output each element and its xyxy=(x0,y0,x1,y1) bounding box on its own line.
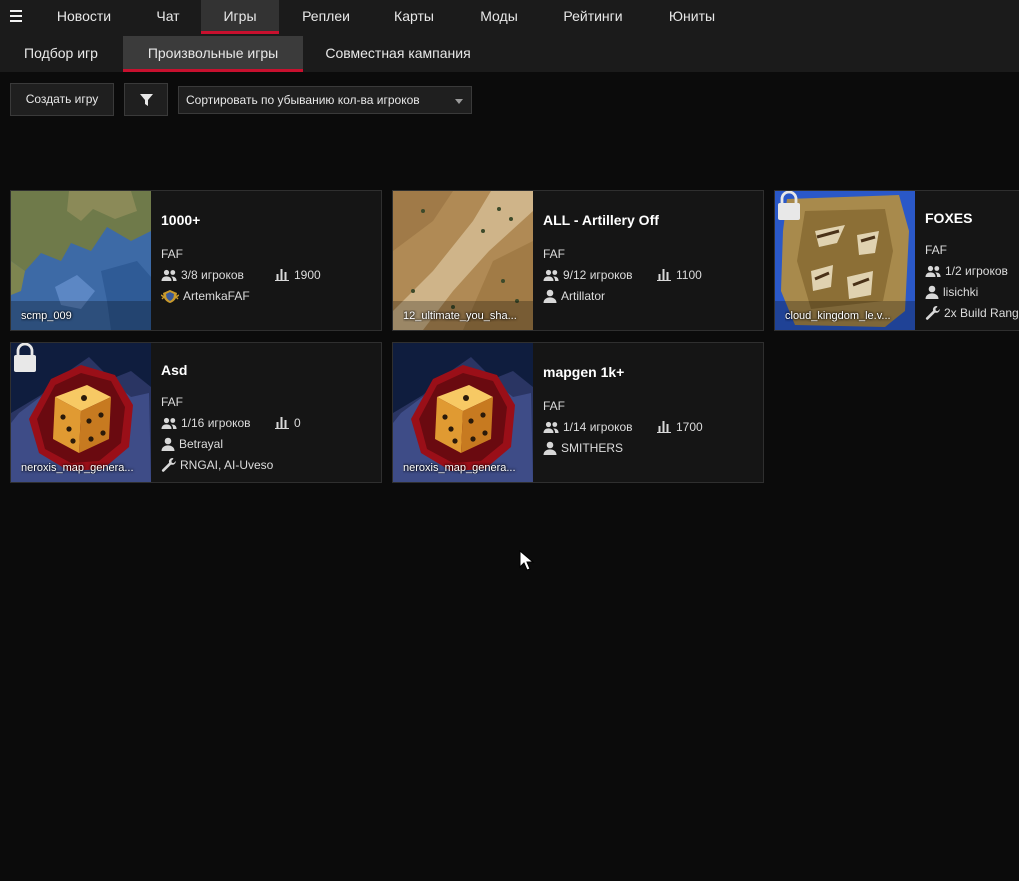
tab-games[interactable]: Игры xyxy=(201,0,279,34)
game-mod: FAF xyxy=(161,247,184,261)
sort-dropdown[interactable]: Сортировать по убыванию кол-ва игроков xyxy=(178,86,472,114)
game-rating: 0 xyxy=(275,415,301,431)
rating-icon xyxy=(275,269,289,282)
game-card[interactable]: 12_ultimate_you_sha... ALL - Artillery O… xyxy=(392,190,764,331)
filter-icon xyxy=(140,94,153,106)
sort-dropdown-value: Сортировать по убыванию кол-ва игроков xyxy=(186,93,420,107)
map-name: neroxis_map_genera... xyxy=(403,462,516,474)
tab-replays[interactable]: Реплеи xyxy=(288,0,364,34)
host-name: ArtemkaFAF xyxy=(160,288,250,304)
tab-ratings[interactable]: Рейтинги xyxy=(549,0,637,34)
tab-units[interactable]: Юниты xyxy=(655,0,729,34)
tab-chat[interactable]: Чат xyxy=(136,0,200,34)
filter-button[interactable] xyxy=(124,83,168,116)
players-icon xyxy=(161,417,177,429)
wrench-icon xyxy=(161,458,176,472)
lock-icon xyxy=(776,191,802,221)
player-count: 1/14 игроков xyxy=(543,419,633,435)
map-preview: 12_ultimate_you_sha... xyxy=(393,191,533,330)
game-mod: FAF xyxy=(543,399,566,413)
map-preview: scmp_009 xyxy=(11,191,151,330)
map-preview: cloud_kingdom_le.v... xyxy=(775,191,915,330)
tab-mods[interactable]: Моды xyxy=(464,0,534,34)
game-title: Asd xyxy=(161,362,188,378)
game-title: FOXES xyxy=(925,210,973,226)
create-game-button[interactable]: Создать игру xyxy=(10,83,114,116)
avatar-badge-icon xyxy=(160,289,180,304)
host-name: SMITHERS xyxy=(543,440,623,456)
game-card[interactable]: neroxis_map_genera... Asd FAF 1/16 игрок… xyxy=(10,342,382,483)
player-count: 1/2 игроков xyxy=(925,263,1008,279)
tab-matchmaker[interactable]: Подбор игр xyxy=(10,36,112,72)
player-count: 9/12 игроков xyxy=(543,267,633,283)
map-name: 12_ultimate_you_sha... xyxy=(403,310,517,322)
sub-navigation: Подбор игр Произвольные игры Совместная … xyxy=(0,34,1019,72)
game-mod: FAF xyxy=(543,247,566,261)
map-preview: neroxis_map_genera... xyxy=(11,343,151,482)
rating-icon xyxy=(657,269,671,282)
person-icon xyxy=(543,289,557,303)
player-count: 3/8 игроков xyxy=(161,267,244,283)
players-icon xyxy=(161,269,177,281)
game-rating: 1700 xyxy=(657,419,703,435)
map-preview: neroxis_map_genera... xyxy=(393,343,533,482)
game-title: mapgen 1k+ xyxy=(543,364,625,380)
rating-icon xyxy=(657,421,671,434)
host-name: Betrayal xyxy=(161,436,223,452)
lock-icon xyxy=(12,343,38,373)
mods-list: RNGAI, AI-Uveso xyxy=(161,457,273,473)
game-title: 1000+ xyxy=(161,212,201,228)
map-name: scmp_009 xyxy=(21,310,72,322)
host-name: Artillator xyxy=(543,288,605,304)
tab-custom-games[interactable]: Произвольные игры xyxy=(123,36,303,72)
game-card[interactable]: neroxis_map_genera... mapgen 1k+ FAF 1/1… xyxy=(392,342,764,483)
rating-icon xyxy=(275,417,289,430)
host-name: lisichki xyxy=(925,284,978,300)
person-icon xyxy=(161,437,175,451)
wrench-icon xyxy=(925,306,940,320)
mods-list: 2x Build Range xyxy=(925,305,1019,321)
game-mod: FAF xyxy=(161,395,184,409)
game-title: ALL - Artillery Off xyxy=(543,212,659,228)
person-icon xyxy=(925,285,939,299)
game-mod: FAF xyxy=(925,243,948,257)
game-card[interactable]: scmp_009 1000+ FAF 3/8 игроков 1900 Arte… xyxy=(10,190,382,331)
players-icon xyxy=(543,421,559,433)
mouse-cursor-icon xyxy=(519,550,535,571)
game-rating: 1900 xyxy=(275,267,321,283)
person-icon xyxy=(543,441,557,455)
map-name: cloud_kingdom_le.v... xyxy=(785,310,891,322)
top-navigation: Новости Чат Игры Реплеи Карты Моды Рейти… xyxy=(0,0,1019,34)
map-name: neroxis_map_genera... xyxy=(21,462,134,474)
player-count: 1/16 игроков xyxy=(161,415,251,431)
menu-icon[interactable] xyxy=(10,10,22,22)
players-icon xyxy=(543,269,559,281)
tab-maps[interactable]: Карты xyxy=(376,0,452,34)
chevron-down-icon xyxy=(455,99,463,104)
tab-news[interactable]: Новости xyxy=(40,0,128,34)
tab-coop-campaign[interactable]: Совместная кампания xyxy=(312,36,484,72)
players-icon xyxy=(925,265,941,277)
game-card[interactable]: cloud_kingdom_le.v... FOXES FAF 1/2 игро… xyxy=(774,190,1019,331)
game-rating: 1100 xyxy=(657,267,702,283)
